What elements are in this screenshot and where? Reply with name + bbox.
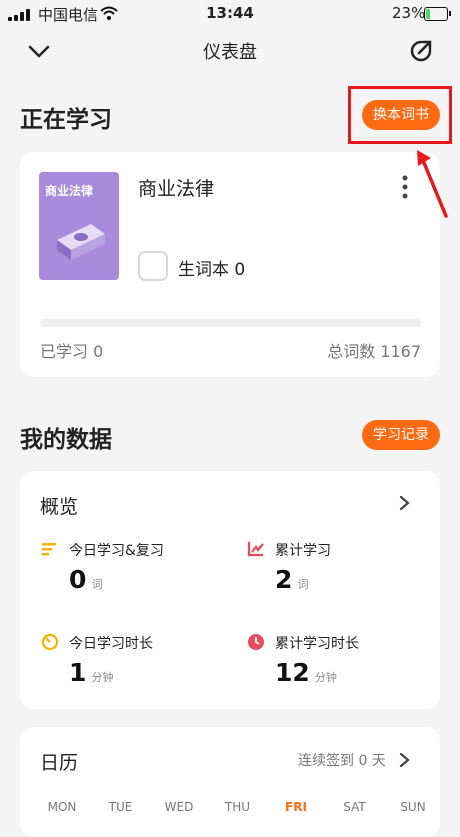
stat-value: 2 [275,565,293,594]
stat-value: 1 [69,658,87,687]
book-cover[interactable]: 商业法律 [39,172,119,280]
weekday-fri-today: FRI [285,800,307,814]
stat-unit: 词 [91,578,103,591]
battery-percent: 23% [392,4,426,22]
stat-label-today-time: 今日学习时长 [69,636,153,652]
weekday-sat: SAT [343,800,366,814]
page-title: 仪表盘 [203,42,257,63]
vocab-book-checkbox[interactable] [138,251,168,281]
my-data-title: 我的数据 [20,427,112,453]
weekday-row: MON TUE WED THU FRI SAT SUN [40,800,435,814]
stat-value: 12 [275,658,310,687]
battery-icon [424,7,451,21]
clock-icon [248,634,264,650]
line-chart-icon [247,542,264,557]
calendar-title: 日历 [40,752,79,774]
weekday-thu: THU [224,800,251,814]
studying-title: 正在学习 [20,107,112,133]
stat-today-study: 0 词 [69,565,103,594]
overview-title: 概览 [40,496,79,518]
list-icon [42,543,56,556]
chevron-right-icon[interactable] [398,751,412,769]
annotation-highlight-box [348,86,452,144]
total-words: 总词数 1167 [327,342,421,361]
weekday-wed: WED [164,800,194,814]
status-bar: 中国电信 13:44 23% [0,0,460,26]
stat-unit: 分钟 [314,671,337,684]
stat-total-time: 12 分钟 [275,658,337,687]
calendar-card [20,727,440,837]
stat-unit: 分钟 [91,671,114,684]
chevron-right-icon[interactable] [398,494,412,512]
weekday-sun: SUN [400,800,426,814]
stat-label-total-study: 累计学习 [275,543,331,559]
vocab-book-label: 生词本 0 [178,260,246,280]
stat-value: 0 [69,565,87,594]
book-cover-title: 商业法律 [45,184,94,198]
timer-icon [41,633,59,651]
stat-unit: 词 [297,578,309,591]
study-progress-bar [40,319,421,327]
learned-count: 已学习 0 [40,342,104,361]
study-records-button[interactable]: 学习记录 [362,420,440,450]
annotation-arrow-icon [417,150,448,218]
weekday-mon: MON [47,800,77,814]
book-name: 商业法律 [138,178,215,200]
weekday-tue: TUE [108,800,133,814]
stat-label-today-study: 今日学习&复习 [69,543,164,559]
stat-today-time: 1 分钟 [69,658,114,687]
share-icon[interactable] [408,38,434,64]
checkin-streak: 连续签到 0 天 [298,753,386,769]
stat-total-study: 2 词 [275,565,309,594]
more-options-icon[interactable] [400,174,410,200]
money-icon [57,224,105,260]
stat-label-total-time: 累计学习时长 [275,636,359,652]
clock-time: 13:44 [206,4,254,22]
